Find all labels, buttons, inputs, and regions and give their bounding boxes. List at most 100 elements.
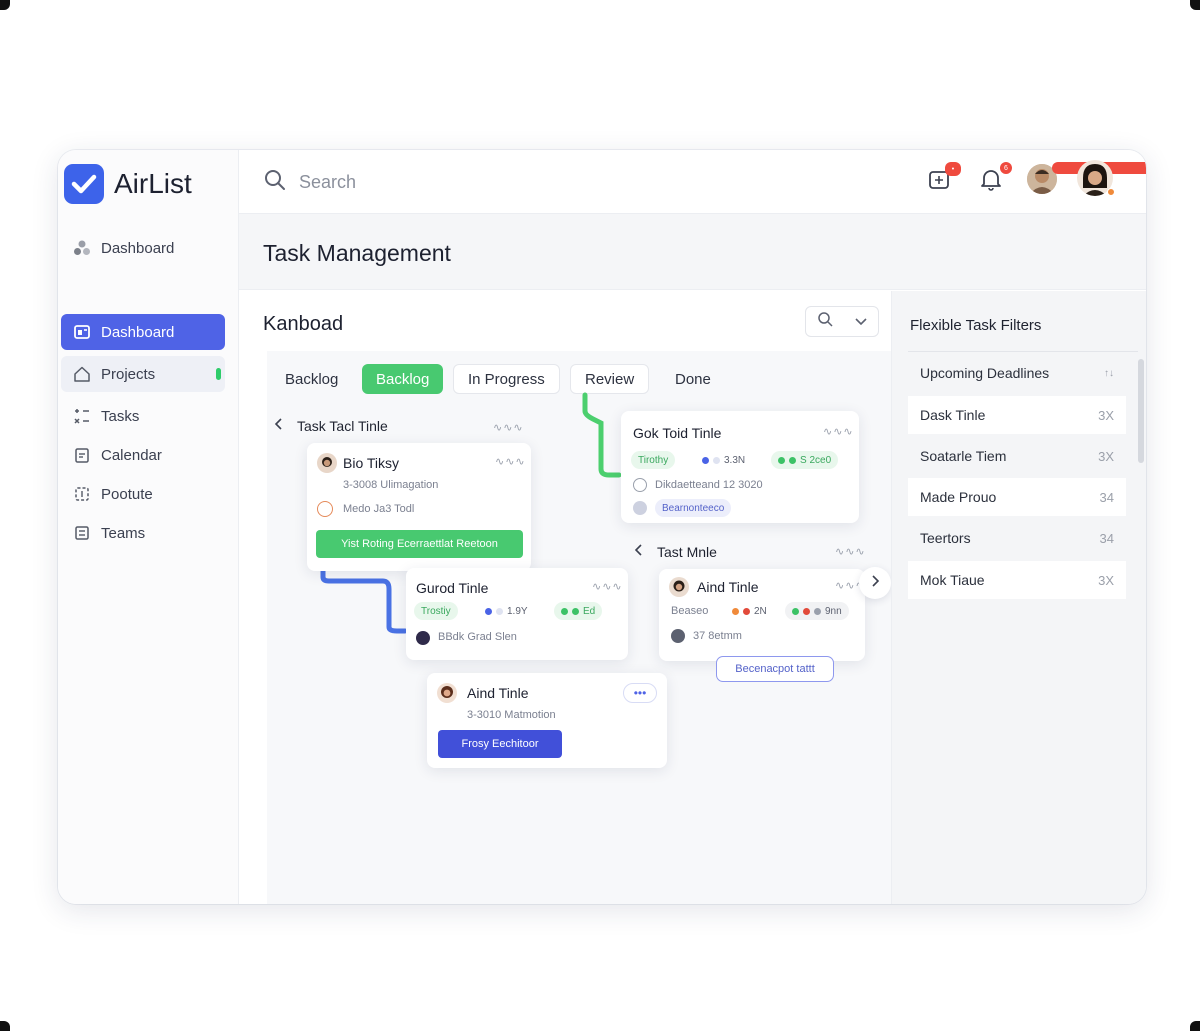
card-title: Bio Tiksy — [343, 455, 400, 471]
home-icon — [73, 365, 91, 383]
filter-row[interactable]: Dask Tinle 3X — [908, 396, 1126, 434]
search-input[interactable]: Search — [299, 172, 356, 193]
column-title: Tast Mnle — [657, 543, 717, 560]
chevron-down-icon[interactable] — [854, 313, 868, 331]
sidebar-item-label: Dashboard — [101, 323, 175, 341]
filter-row[interactable]: Mok Tiaue 3X — [908, 561, 1126, 599]
status-pill: 9nn — [785, 602, 849, 620]
task-card[interactable]: Aind Tinle ∿∿∿ Beaseo 2N 9nn 37 8etmm — [659, 569, 865, 661]
tag-pill: Tirothy — [631, 451, 676, 469]
notifications-button[interactable]: 6 — [978, 162, 1012, 196]
frame-corner-bl — [0, 1021, 10, 1031]
filter-label: Dask Tinle — [920, 407, 986, 423]
sidebar-item-dashboard[interactable]: Dashboard — [61, 314, 225, 350]
progress-pill: 3.3N — [695, 451, 752, 469]
card-meta: Dikdaetteand 12 3020 — [655, 479, 763, 491]
dashboard-icon — [73, 323, 91, 341]
search-box[interactable]: Search — [263, 168, 356, 197]
online-dot — [1107, 188, 1115, 196]
bell-icon — [978, 170, 1004, 196]
account-icon — [416, 631, 430, 645]
inbox-button[interactable]: • — [927, 162, 961, 196]
sort-icon[interactable]: ↑↓ — [1104, 368, 1114, 379]
filter-label: Made Prouo — [920, 489, 997, 505]
task-card[interactable]: Bio Tiksy ∿∿∿ 3-3008 Ulimagation Medo Ja… — [307, 443, 531, 571]
filter-label: Mok Tiaue — [920, 572, 985, 588]
board-tools[interactable] — [805, 306, 879, 337]
more-button[interactable]: ••• — [623, 683, 657, 703]
tag-label: Trostiy — [421, 605, 451, 617]
status-dot — [216, 368, 221, 380]
card-action-button[interactable]: Yist Roting Ecerraettlat Reetoon — [316, 530, 523, 558]
filters-divider — [908, 351, 1138, 352]
brand[interactable]: AirList — [64, 164, 192, 204]
kanban-board: Kanboad Backlog Backlog In Progress Revi… — [239, 291, 891, 904]
inbox-icon — [927, 171, 953, 196]
tasks-icon — [73, 407, 91, 425]
next-button[interactable] — [859, 567, 891, 599]
progress-value: 3.3N — [724, 454, 746, 466]
filter-row[interactable]: Soatarle Tiem 3X — [908, 437, 1126, 475]
filter-header-upcoming-deadlines[interactable]: Upcoming Deadlines ↑↓ — [908, 354, 1126, 392]
sidebar-item-teams[interactable]: Teams — [61, 515, 225, 551]
filter-count: 3X — [1098, 407, 1114, 423]
sidebar-item-dashboard-top[interactable]: Dashboard — [61, 230, 225, 266]
frame-corner-br — [1190, 1021, 1200, 1031]
column-header[interactable]: Task Tacl Tinle — [273, 417, 388, 434]
task-card[interactable]: Gok Toid Tinle ∿∿∿ Tirothy 3.3N S 2ce0 D… — [621, 411, 859, 523]
avatar — [669, 577, 689, 597]
wave-icon[interactable]: ∿∿∿ — [823, 425, 854, 438]
card-sub: Medo Ja3 Todl — [343, 503, 415, 515]
card-title: Aind Tinle — [467, 685, 529, 701]
chevron-left-icon[interactable] — [273, 417, 283, 434]
sidebar: AirList Dashboard Dashboard Projects Tas… — [58, 150, 239, 904]
frame-corner-tr — [1190, 0, 1200, 10]
tag-icon — [317, 501, 333, 517]
card-meta: 37 8etmm — [693, 630, 742, 642]
sidebar-item-tasks[interactable]: Tasks — [61, 398, 225, 434]
sidebar-item-pootute[interactable]: Pootute — [61, 476, 225, 512]
filters-panel: Flexible Task Filters Upcoming Deadlines… — [891, 291, 1146, 904]
card-meta: 3-3008 Ulimagation — [343, 479, 439, 491]
more-icon[interactable]: ∿∿∿ — [495, 455, 526, 468]
sidebar-item-label: Dashboard — [101, 239, 175, 257]
grid-dashed-icon — [73, 485, 91, 503]
chevron-right-icon — [870, 574, 880, 593]
calendar-icon — [73, 446, 91, 464]
card-action-button[interactable]: Frosy Eechitoor — [438, 730, 562, 758]
status-value: S 2ce0 — [800, 454, 832, 466]
wave-icon[interactable]: ∿∿∿ — [592, 580, 623, 593]
filters-title: Flexible Task Filters — [910, 317, 1042, 334]
outline-button[interactable]: Becenacpot tattt — [716, 656, 834, 682]
user-icon — [633, 501, 647, 515]
status-value: 9nn — [825, 605, 842, 617]
column-header[interactable]: Tast Mnle — [633, 543, 717, 560]
card-title: Gok Toid Tinle — [633, 425, 722, 441]
filter-row[interactable]: Teertors 34 — [908, 519, 1126, 557]
chevron-left-icon[interactable] — [633, 543, 643, 560]
scrollbar[interactable] — [1138, 359, 1144, 463]
board-title: Kanboad — [263, 313, 344, 335]
filter-label: Upcoming Deadlines — [920, 365, 1050, 381]
sidebar-item-calendar[interactable]: Calendar — [61, 437, 225, 473]
page-header: Task Management — [239, 214, 1146, 290]
card-sub: BBdk Grad Slen — [438, 631, 517, 643]
sidebar-item-label: Pootute — [101, 485, 153, 503]
status-value: Ed — [583, 605, 596, 617]
sidebar-item-projects[interactable]: Projects — [61, 356, 225, 392]
filter-row[interactable]: Made Prouo 34 — [908, 478, 1126, 516]
task-card[interactable]: Aind Tinle ••• 3-3010 Matmotion Frosy Ee… — [427, 673, 667, 768]
search-icon[interactable] — [817, 311, 833, 332]
teams-icon — [73, 524, 91, 542]
status-pill: S 2ce0 — [771, 451, 839, 469]
progress-pill: 1.9Y — [478, 602, 535, 620]
cluster-icon — [73, 239, 91, 257]
filter-label: Soatarle Tiem — [920, 448, 1007, 464]
filter-count: 34 — [1099, 489, 1114, 505]
tag-pill: Trostiy — [414, 602, 458, 620]
task-card[interactable]: Gurod Tinle ∿∿∿ Trostiy 1.9Y Ed BBdk Gra… — [406, 568, 628, 660]
info-icon — [671, 629, 685, 643]
sidebar-item-label: Calendar — [101, 446, 162, 464]
clock-icon — [633, 478, 647, 492]
label-chip[interactable]: Bearnonteeco — [655, 499, 732, 517]
